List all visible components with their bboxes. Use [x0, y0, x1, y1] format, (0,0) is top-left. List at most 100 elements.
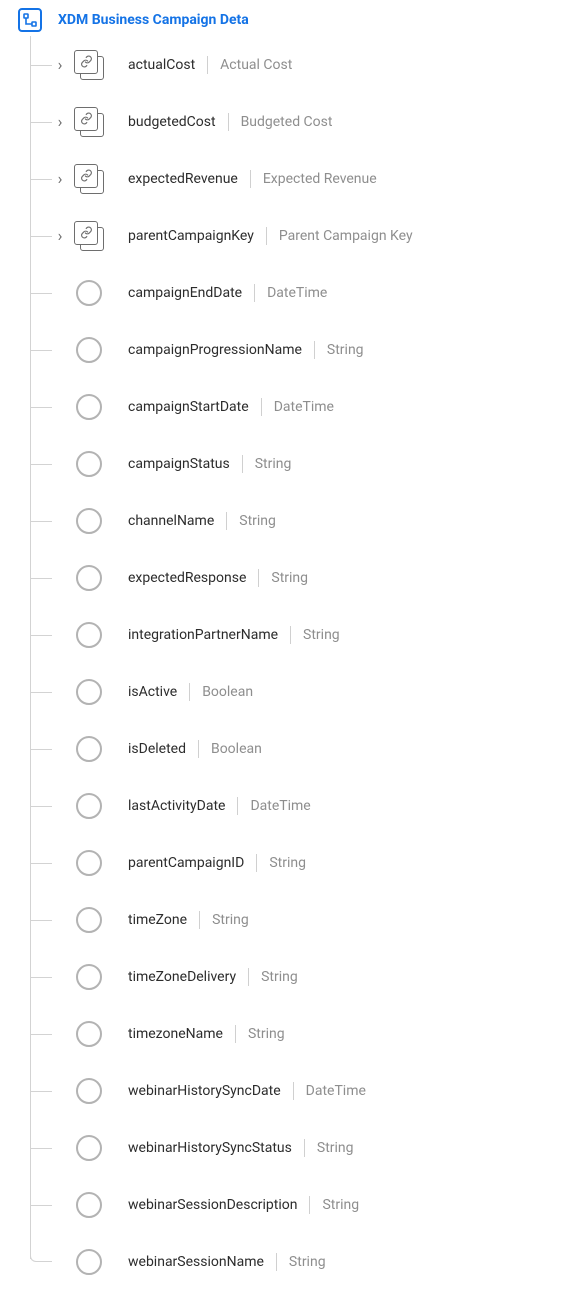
field-display: Boolean	[211, 741, 262, 757]
node-text: channelNameString	[128, 512, 276, 530]
field-display: DateTime	[274, 399, 334, 415]
field-name: webinarHistorySyncStatus	[128, 1140, 292, 1156]
tree-connector	[30, 179, 52, 180]
field-circle-icon	[72, 1131, 106, 1165]
chevron-right-icon[interactable]: ›	[52, 228, 68, 244]
chevron-right-icon[interactable]: ›	[52, 57, 68, 73]
field-display: String	[303, 627, 340, 643]
tree-node-budgetedCost[interactable]: ›budgetedCostBudgeted Cost	[30, 93, 566, 150]
tree-node-campaignProgressionName[interactable]: campaignProgressionName String	[30, 321, 566, 378]
tree-node-campaignStatus[interactable]: campaignStatusString	[30, 435, 566, 492]
field-name: timezoneName	[128, 1026, 223, 1042]
divider	[250, 170, 251, 188]
field-display: Actual Cost	[220, 57, 292, 73]
divider	[237, 797, 238, 815]
field-display: DateTime	[250, 798, 310, 814]
divider	[261, 398, 262, 416]
field-circle-icon	[72, 276, 106, 310]
node-text: expectedResponseString	[128, 569, 308, 587]
tree-node-timeZoneDelivery[interactable]: timeZoneDeliveryString	[30, 948, 566, 1005]
tree-node-parentCampaignKey[interactable]: › parentCampaignKeyParent Campaign Key	[30, 207, 566, 264]
tree-connector	[30, 1034, 52, 1035]
tree-node-campaignEndDate[interactable]: campaignEndDateDateTime	[30, 264, 566, 321]
field-name: webinarHistorySyncDate	[128, 1083, 281, 1099]
field-circle-icon	[72, 960, 106, 994]
tree-connector	[30, 293, 52, 294]
field-name: isActive	[128, 684, 177, 700]
divider	[314, 341, 315, 359]
divider	[226, 512, 227, 530]
field-name: isDeleted	[128, 741, 186, 757]
field-circle-icon	[72, 390, 106, 424]
tree-connector	[30, 692, 52, 693]
object-stack-icon	[72, 219, 106, 253]
field-display: DateTime	[267, 285, 327, 301]
node-text: parentCampaignKeyParent Campaign Key	[128, 227, 413, 245]
divider	[207, 56, 208, 74]
tree-node-actualCost[interactable]: ›actualCostActual Cost	[30, 36, 566, 93]
field-circle-icon	[72, 561, 106, 595]
tree-connector	[30, 749, 52, 750]
field-circle-icon	[72, 1245, 106, 1279]
divider	[266, 227, 267, 245]
root-label: XDM Business Campaign Deta	[58, 12, 249, 28]
root-node[interactable]: XDM Business Campaign Deta	[0, 4, 566, 36]
field-name: campaignStatus	[128, 456, 230, 472]
node-text: campaignProgressionName String	[128, 341, 364, 359]
chevron-right-icon[interactable]: ›	[52, 114, 68, 130]
field-name: lastActivityDate	[128, 798, 225, 814]
tree-node-webinarSessionName[interactable]: webinarSessionNameString	[30, 1233, 566, 1290]
object-stack-icon	[72, 105, 106, 139]
field-display: String	[269, 855, 306, 871]
divider	[248, 968, 249, 986]
field-display: String	[327, 342, 364, 358]
field-display: String	[271, 570, 308, 586]
field-circle-icon	[72, 732, 106, 766]
divider	[198, 740, 199, 758]
tree-node-isActive[interactable]: isActiveBoolean	[30, 663, 566, 720]
tree-node-isDeleted[interactable]: isDeleted Boolean	[30, 720, 566, 777]
field-display: Parent Campaign Key	[279, 228, 413, 244]
field-circle-icon	[72, 504, 106, 538]
node-text: webinarHistorySyncDateDateTime	[128, 1082, 366, 1100]
field-circle-icon	[72, 333, 106, 367]
divider	[276, 1253, 277, 1271]
field-name: campaignProgressionName	[128, 342, 302, 358]
node-text: webinarSessionNameString	[128, 1253, 326, 1271]
tree-node-lastActivityDate[interactable]: lastActivityDate DateTime	[30, 777, 566, 834]
field-name: integrationPartnerName	[128, 627, 278, 643]
tree-node-channelName[interactable]: channelNameString	[30, 492, 566, 549]
field-display: String	[261, 969, 298, 985]
divider	[189, 683, 190, 701]
tree-node-webinarHistorySyncStatus[interactable]: webinarHistorySyncStatusString	[30, 1119, 566, 1176]
field-name: expectedRevenue	[128, 171, 238, 187]
tree-connector	[30, 1205, 52, 1206]
chevron-right-icon[interactable]: ›	[52, 171, 68, 187]
field-display: String	[212, 912, 249, 928]
tree-node-timeZone[interactable]: timeZone String	[30, 891, 566, 948]
tree-node-integrationPartnerName[interactable]: integrationPartnerName String	[30, 606, 566, 663]
tree-node-webinarSessionDescription[interactable]: webinarSessionDescriptionString	[30, 1176, 566, 1233]
tree-node-expectedResponse[interactable]: expectedResponseString	[30, 549, 566, 606]
divider	[290, 626, 291, 644]
node-text: timeZone String	[128, 911, 249, 929]
field-display: Expected Revenue	[263, 171, 377, 187]
divider	[235, 1025, 236, 1043]
node-text: campaignEndDateDateTime	[128, 284, 327, 302]
tree-node-campaignStartDate[interactable]: campaignStartDateDateTime	[30, 378, 566, 435]
tree-connector	[30, 635, 52, 636]
tree-node-timezoneName[interactable]: timezoneNameString	[30, 1005, 566, 1062]
field-name: timeZone	[128, 912, 187, 928]
divider	[258, 569, 259, 587]
schema-icon	[18, 8, 42, 32]
field-display: Budgeted Cost	[241, 114, 333, 130]
divider	[304, 1139, 305, 1157]
tree-node-expectedRevenue[interactable]: › expectedRevenue Expected Revenue	[30, 150, 566, 207]
tree-connector	[30, 920, 52, 921]
field-display: String	[322, 1197, 359, 1213]
divider	[254, 284, 255, 302]
tree-node-parentCampaignID[interactable]: parentCampaignIDString	[30, 834, 566, 891]
field-circle-icon	[72, 1188, 106, 1222]
tree-connector	[30, 977, 52, 978]
tree-node-webinarHistorySyncDate[interactable]: webinarHistorySyncDateDateTime	[30, 1062, 566, 1119]
